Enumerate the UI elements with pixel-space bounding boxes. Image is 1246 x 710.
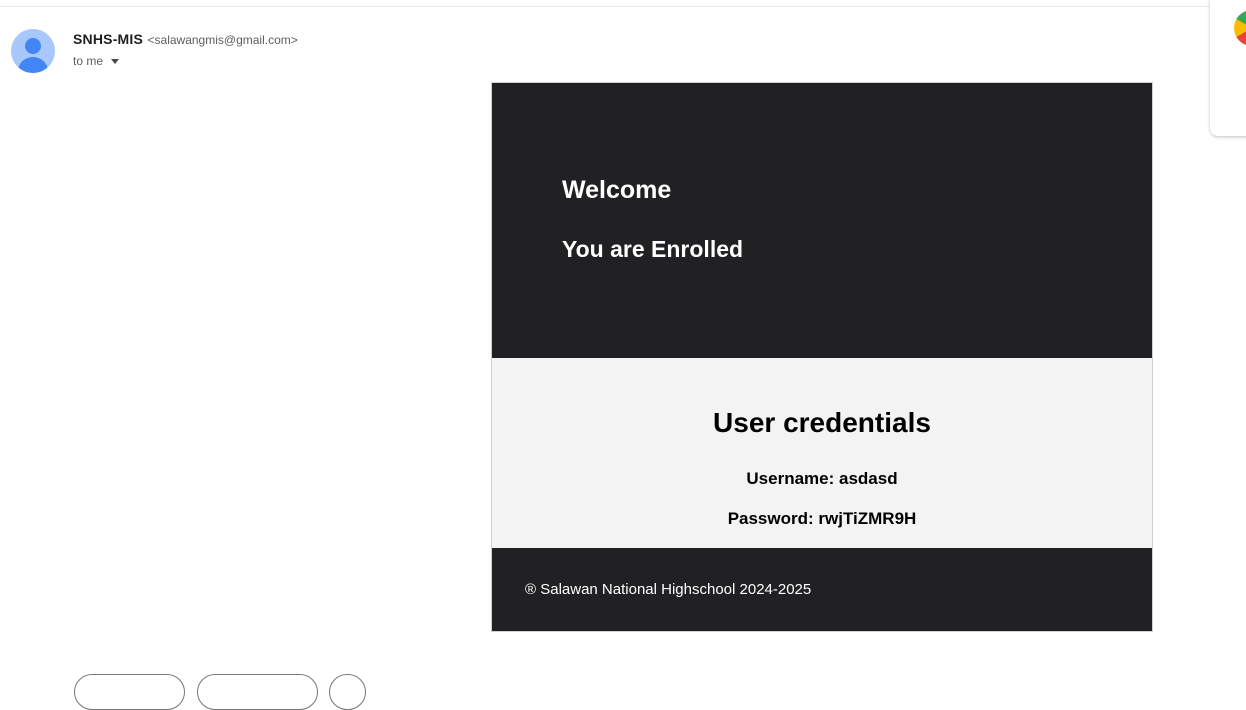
reply-button[interactable] [74, 674, 185, 710]
emoji-react-button[interactable] [329, 674, 366, 710]
forward-button[interactable] [197, 674, 318, 710]
email-hero: Welcome You are Enrolled [492, 83, 1152, 358]
sender-email: <salawangmis@gmail.com> [147, 33, 298, 47]
credentials-section: User credentials Username: asdasd Passwo… [492, 358, 1152, 548]
sender-line: SNHS-MIS <salawangmis@gmail.com> [73, 31, 298, 49]
person-icon[interactable] [11, 29, 55, 73]
recipient-label: to me [73, 54, 104, 68]
hero-welcome: Welcome [562, 176, 672, 204]
email-card: Welcome You are Enrolled User credential… [491, 82, 1153, 632]
side-panel-widget [1210, 0, 1246, 136]
credentials-title: User credentials [713, 407, 931, 438]
app-logo-icon[interactable] [1234, 10, 1246, 46]
top-divider [0, 6, 1246, 7]
credentials-username: Username: asdasd [746, 469, 898, 488]
avatar-head [25, 38, 41, 54]
footer-text: ® Salawan National Highschool 2024-2025 [525, 581, 812, 598]
avatar-body [18, 57, 48, 73]
sender-name[interactable]: SNHS-MIS [73, 31, 143, 47]
caret-down-icon[interactable] [111, 59, 120, 64]
email-footer: ® Salawan National Highschool 2024-2025 [492, 548, 1152, 631]
hero-status: You are Enrolled [562, 236, 744, 262]
credentials-password: Password: rwjTiZMR9H [727, 509, 917, 528]
recipient-details-toggle[interactable]: to me [73, 54, 120, 68]
